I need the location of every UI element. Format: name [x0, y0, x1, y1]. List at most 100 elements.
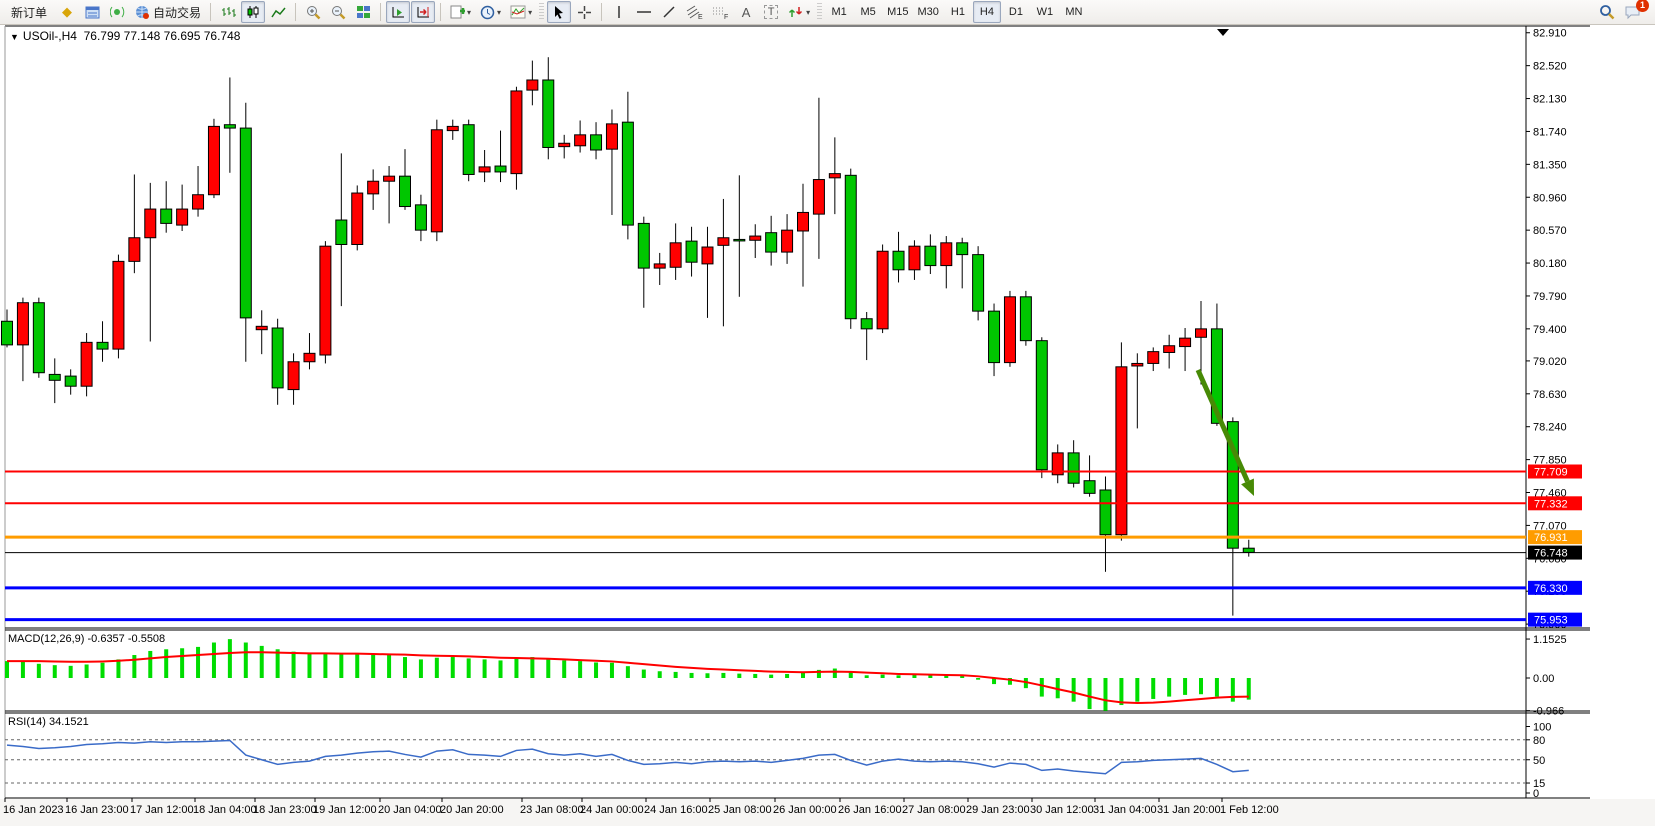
toolbar: 新订单 ◆ 自动交易 ▾ ▾ ▾ E F A T ▾	[0, 0, 1655, 25]
tile-windows-icon	[356, 5, 371, 19]
market-watch-icon	[85, 6, 100, 19]
indicators-button[interactable]: ▾	[506, 1, 536, 23]
timeframe-m15-button[interactable]: M15	[883, 1, 912, 23]
autotrading-button[interactable]: 自动交易	[130, 1, 205, 23]
svg-text:F: F	[724, 14, 728, 20]
timeframe-h1-button[interactable]: H1	[944, 1, 972, 23]
candlestick-icon	[246, 5, 260, 19]
trend-arrow-annotation[interactable]	[1198, 370, 1254, 496]
search-button[interactable]	[1595, 1, 1619, 23]
chart-title-overlay: ▼ USOil-,H4 76.799 77.148 76.695 76.748	[10, 29, 240, 43]
chart-end-marker-icon	[1217, 29, 1229, 36]
bar-chart-type-button[interactable]	[216, 1, 240, 23]
periods-button[interactable]: ▾	[476, 1, 505, 23]
auto-scroll-icon	[391, 5, 406, 19]
signals-button[interactable]	[105, 1, 129, 23]
ohlc-readout: 76.799 77.148 76.695 76.748	[84, 29, 241, 43]
trendline-tool-button[interactable]	[657, 1, 681, 23]
candles-layer	[2, 57, 1255, 615]
signals-icon	[110, 5, 125, 19]
autotrading-icon	[134, 5, 150, 19]
divider	[601, 3, 602, 21]
divider	[210, 3, 211, 21]
chart-window: 82.91082.52082.13081.74081.35080.96080.5…	[0, 25, 1655, 826]
line-chart-type-button[interactable]	[266, 1, 290, 23]
zoom-in-button[interactable]	[301, 1, 325, 23]
chart-shift-icon	[416, 5, 431, 19]
candlestick-chart-type-button[interactable]	[241, 1, 265, 23]
timeframe-m30-button[interactable]: M30	[914, 1, 943, 23]
timeframe-mn-button[interactable]: MN	[1060, 1, 1088, 23]
text-tool-icon: A	[742, 5, 751, 20]
channel-icon: F	[712, 5, 729, 20]
clock-icon	[480, 5, 495, 20]
macd-panel: 1.15250.00-0.966	[5, 634, 1567, 718]
dropdown-arrow-icon: ▾	[467, 8, 471, 17]
dropdown-arrow-icon: ▾	[528, 8, 532, 17]
channel-tool-button[interactable]: F	[708, 1, 733, 23]
profiles-button[interactable]: ◆	[55, 1, 79, 23]
fibonacci-tool-button[interactable]: E	[682, 1, 707, 23]
timeframe-h4-button[interactable]: H4	[973, 1, 1001, 23]
new-chart-button[interactable]: ▾	[446, 1, 475, 23]
tile-windows-button[interactable]	[351, 1, 375, 23]
zoom-out-button[interactable]	[326, 1, 350, 23]
autotrading-label: 自动交易	[153, 4, 201, 21]
crosshair-icon	[577, 5, 592, 20]
zoom-in-icon	[306, 5, 321, 20]
new-chart-icon	[450, 5, 465, 19]
zoom-out-icon	[331, 5, 346, 20]
timeframe-group: M1M5M15M30H1H4D1W1MN	[825, 1, 1088, 23]
cursor-tool-button[interactable]	[547, 1, 571, 23]
svg-text:E: E	[698, 14, 703, 20]
search-icon	[1599, 4, 1615, 20]
fibonacci-icon: E	[686, 5, 703, 20]
rsi-panel: 1008050150	[5, 722, 1551, 801]
divider	[440, 3, 441, 21]
timeframe-m5-button[interactable]: M5	[854, 1, 882, 23]
line-chart-icon	[271, 6, 286, 19]
timeframe-d1-button[interactable]: D1	[1002, 1, 1030, 23]
crosshair-tool-button[interactable]	[572, 1, 596, 23]
mt4-window: 新订单 ◆ 自动交易 ▾ ▾ ▾ E F A T ▾	[0, 0, 1655, 826]
divider	[295, 3, 296, 21]
auto-scroll-button[interactable]	[386, 1, 410, 23]
text-tool-button[interactable]: A	[734, 1, 758, 23]
label-tool-button[interactable]: T	[759, 1, 783, 23]
new-order-button[interactable]: 新订单	[4, 1, 54, 23]
toolbar-grip[interactable]	[539, 3, 544, 21]
arrows-tool-icon	[788, 5, 804, 19]
macd-name: MACD(12,26,9)	[8, 633, 84, 645]
price-chart[interactable]: 82.91082.52082.13081.74081.35080.96080.5…	[0, 25, 1655, 826]
chart-shift-button[interactable]	[411, 1, 435, 23]
bar-chart-icon	[221, 5, 236, 19]
collapse-chart-icon[interactable]: ▼	[10, 32, 19, 42]
notifications-button[interactable]: 1	[1620, 1, 1645, 23]
label-tool-icon: T	[764, 5, 779, 19]
market-watch-button[interactable]	[80, 1, 104, 23]
rsi-pane-separator[interactable]	[0, 709, 1655, 715]
horizontal-line-tool-button[interactable]	[632, 1, 656, 23]
macd-label-overlay: MACD(12,26,9) -0.6357 -0.5508	[8, 633, 165, 645]
symbol-timeframe-label: USOil-,H4	[23, 29, 77, 43]
cursor-icon	[553, 5, 565, 19]
rsi-value: 34.1521	[49, 716, 89, 728]
notification-badge: 1	[1636, 0, 1649, 12]
profiles-icon: ◆	[62, 4, 72, 20]
indicators-icon	[510, 5, 526, 19]
timeframe-w1-button[interactable]: W1	[1031, 1, 1059, 23]
price-axis[interactable]	[1526, 25, 1596, 798]
horizontal-line-icon	[636, 7, 652, 17]
vertical-line-icon	[614, 5, 624, 19]
arrows-tool-button[interactable]: ▾	[784, 1, 814, 23]
time-axis[interactable]	[0, 799, 1526, 825]
vertical-line-tool-button[interactable]	[607, 1, 631, 23]
dropdown-arrow-icon: ▾	[806, 8, 810, 17]
divider	[380, 3, 381, 21]
macd-main-value: -0.6357	[87, 633, 124, 645]
timeframe-m1-button[interactable]: M1	[825, 1, 853, 23]
macd-pane-separator[interactable]	[0, 625, 1655, 631]
toolbar-grip[interactable]	[817, 3, 822, 21]
macd-signal-value: -0.5508	[128, 633, 165, 645]
rsi-name: RSI(14)	[8, 716, 46, 728]
